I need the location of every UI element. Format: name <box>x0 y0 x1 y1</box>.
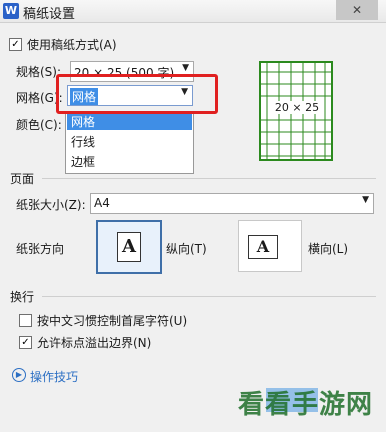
divider <box>42 296 376 297</box>
grid-dropdown-list: 网格 行线 边框 <box>65 112 194 174</box>
use-draft-label: 使用稿纸方式(A) <box>27 38 117 52</box>
paper-size-value: A4 <box>94 196 110 210</box>
chinese-habit-label: 按中文习惯控制首尾字符(U) <box>37 314 188 328</box>
grid-option-border[interactable]: 边框 <box>71 153 95 170</box>
wps-app-icon: W <box>3 3 19 19</box>
punctuation-overflow-checkbox[interactable]: ✓ <box>19 336 32 349</box>
spec-label: 规格(S): <box>16 65 62 79</box>
paper-size-label: 纸张大小(Z): <box>16 198 86 212</box>
preview-text: 20 × 25 <box>271 101 323 114</box>
wrap-section-label: 换行 <box>10 290 35 304</box>
landscape-page-icon: A <box>248 235 278 259</box>
window-title: 稿纸设置 <box>23 7 76 22</box>
portrait-page-icon: A <box>117 232 141 262</box>
landscape-button[interactable]: A <box>238 220 302 272</box>
paper-size-select[interactable]: A4 ▼ <box>90 193 374 214</box>
portrait-label: 纵向(T) <box>166 242 207 256</box>
landscape-label: 横向(L) <box>308 242 349 256</box>
orientation-label: 纸张方向 <box>16 242 65 256</box>
divider <box>42 178 376 179</box>
chevron-down-icon: ▼ <box>182 63 189 73</box>
chinese-habit-checkbox[interactable] <box>19 314 32 327</box>
grid-option-lines[interactable]: 行线 <box>71 133 95 150</box>
play-icon: ▶ <box>12 368 26 382</box>
chevron-down-icon: ▼ <box>362 195 369 205</box>
use-draft-checkbox[interactable]: ✓ <box>9 38 22 51</box>
color-label: 颜色(C): <box>16 118 62 132</box>
punctuation-overflow-label: 允许标点溢出边界(N) <box>37 336 152 350</box>
grid-option-grid[interactable]: 网格 <box>67 113 192 130</box>
draft-preview: 20 × 25 <box>259 61 333 161</box>
tips-link[interactable]: 操作技巧 <box>30 368 78 385</box>
page-section-label: 页面 <box>10 172 35 186</box>
close-button[interactable]: ✕ <box>336 0 378 20</box>
highlight-box <box>56 74 218 114</box>
close-icon: ✕ <box>351 3 363 17</box>
portrait-button[interactable]: A <box>96 220 162 274</box>
watermark-logo: 看看手游网 <box>238 390 374 420</box>
